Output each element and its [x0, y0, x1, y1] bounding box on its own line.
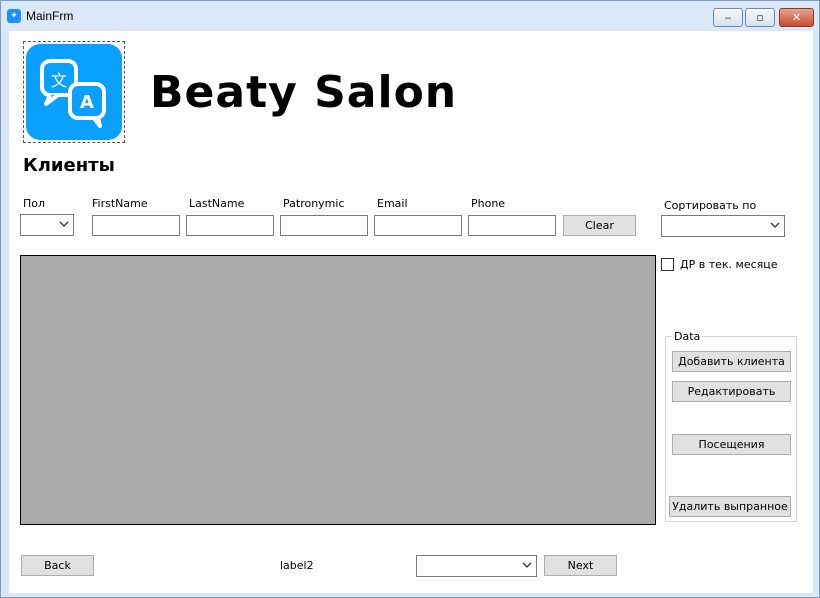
sort-label: Сортировать по	[664, 199, 757, 212]
app-title: Beaty Salon	[150, 67, 458, 118]
next-button[interactable]: Next	[544, 555, 617, 576]
chevron-down-icon	[522, 562, 532, 568]
edit-client-button[interactable]: Редактировать	[672, 381, 791, 402]
chevron-down-icon	[59, 221, 69, 227]
email-input[interactable]	[374, 215, 462, 236]
minimize-button[interactable]: ‒	[713, 8, 743, 27]
patronymic-label: Patronymic	[283, 197, 345, 210]
phone-label: Phone	[471, 197, 506, 210]
title-bar[interactable]: ✦ MainFrm ‒ ▫ ✕	[1, 1, 819, 31]
firstname-input[interactable]	[92, 215, 180, 236]
visits-button[interactable]: Посещения	[672, 434, 791, 455]
close-icon: ✕	[791, 11, 802, 24]
patronymic-input[interactable]	[280, 215, 368, 236]
svg-text:文: 文	[51, 71, 67, 90]
birthday-checkbox[interactable]	[661, 258, 674, 271]
form-body: 文 A Beaty Salon Клиенты Пол FirstName La…	[9, 31, 813, 593]
app-icon: ✦	[7, 9, 21, 23]
data-groupbox-legend: Data	[672, 330, 703, 343]
gender-combobox[interactable]	[20, 214, 74, 236]
lastname-label: LastName	[189, 197, 245, 210]
add-client-button[interactable]: Добавить клиента	[672, 351, 791, 372]
close-button[interactable]: ✕	[779, 8, 814, 27]
translate-icon: 文 A	[26, 44, 122, 140]
chevron-down-icon	[770, 222, 780, 228]
window-title: MainFrm	[26, 9, 74, 23]
firstname-label: FirstName	[92, 197, 148, 210]
clients-datagrid[interactable]	[20, 255, 656, 525]
maximize-icon: ▫	[756, 11, 764, 24]
clear-button[interactable]: Clear	[563, 215, 636, 236]
delete-selected-button[interactable]: Удалить выпранное	[669, 496, 791, 517]
status-label: label2	[280, 559, 314, 572]
gender-label: Пол	[23, 197, 46, 210]
page-combobox[interactable]	[416, 555, 537, 577]
maximize-button[interactable]: ▫	[745, 8, 775, 27]
birthday-checkbox-label[interactable]: ДР в тек. месяце	[680, 258, 778, 271]
phone-input[interactable]	[468, 215, 556, 236]
sort-combobox[interactable]	[661, 215, 785, 237]
email-label: Email	[377, 197, 408, 210]
section-title: Клиенты	[23, 155, 115, 176]
lastname-input[interactable]	[186, 215, 274, 236]
back-button[interactable]: Back	[21, 555, 94, 576]
minimize-icon: ‒	[724, 11, 732, 24]
logo-picturebox: 文 A	[23, 41, 125, 143]
main-window: ✦ MainFrm ‒ ▫ ✕ 文 A Beaty Salon Клиенты …	[0, 0, 820, 598]
svg-text:A: A	[80, 92, 94, 113]
